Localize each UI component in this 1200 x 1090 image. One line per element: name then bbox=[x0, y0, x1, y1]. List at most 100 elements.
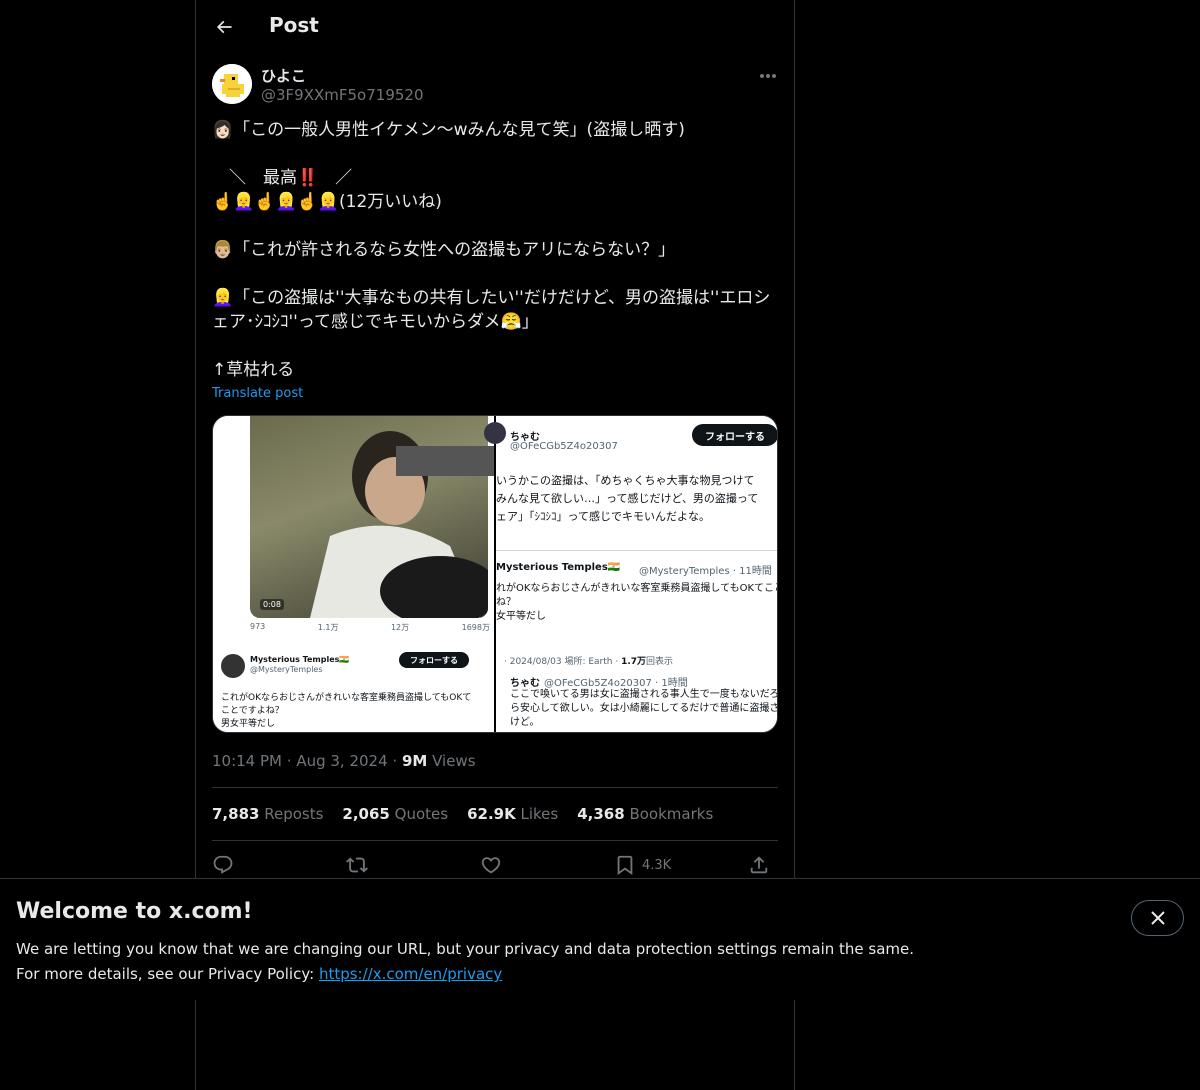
repost-button[interactable] bbox=[346, 852, 368, 878]
repost-icon bbox=[346, 857, 368, 873]
close-icon bbox=[1150, 911, 1165, 925]
more-icon bbox=[760, 74, 776, 78]
tweet-line: 👱‍♀️「この盗撮は''大事なもの共有したい''だけだけど、男の盗撮は''エロシ bbox=[212, 288, 771, 308]
privacy-policy-link[interactable]: https://x.com/en/privacy bbox=[319, 965, 502, 983]
banner-line: We are letting you know that we are chan… bbox=[16, 940, 915, 958]
post-date[interactable]: Aug 3, 2024 bbox=[296, 752, 387, 770]
embedded-text-line: けど。 bbox=[510, 717, 540, 728]
embedded-name: Mysterious Temples🇮🇳 bbox=[250, 655, 350, 664]
stat-count: 4,368 bbox=[577, 805, 625, 823]
tweet-line bbox=[212, 334, 780, 358]
welcome-banner: Welcome to x.com! We are letting you kno… bbox=[0, 878, 1200, 1000]
tweet-line: ↑草枯れる bbox=[212, 360, 295, 380]
translate-post-link[interactable]: Translate post bbox=[212, 386, 303, 401]
stat-label: Bookmarks bbox=[629, 805, 714, 823]
embedded-handle: @MysteryTemples bbox=[250, 665, 323, 674]
embedded-text-line: ェア」「ｼｺｼｺ」って感じでキモいんだよな。 bbox=[496, 510, 710, 523]
embedded-text-line: ことですよね？ bbox=[221, 706, 284, 716]
engagement-stats: 7,883 Reposts 2,065 Quotes 62.9K Likes 4… bbox=[212, 805, 713, 823]
page-header: Post bbox=[196, 0, 794, 54]
like-button[interactable] bbox=[480, 852, 502, 878]
embedded-reply-handle: @OFeCGb5Z4o20307 · 1時間 bbox=[544, 678, 688, 689]
embedded-view-count: 1698万 bbox=[461, 623, 490, 632]
embedded-meta: · 2024/08/03 場所: Earth · 1.7万回表示 bbox=[504, 654, 673, 667]
embedded-quote-text: れがOKならおじさんがきれいな客室乗務員盗撮してもOKてこと ね？ 女平等だし bbox=[496, 582, 778, 624]
embedded-meta-suffix: 回表示 bbox=[646, 657, 674, 667]
stat-label: Quotes bbox=[394, 805, 449, 823]
like-icon bbox=[481, 857, 501, 874]
action-bar: 4.3K bbox=[212, 852, 778, 880]
media-image[interactable]: 0:08 973 1.1万 12万 1698万 Mysterious Templ… bbox=[212, 415, 778, 733]
media-left-screenshot: 0:08 973 1.1万 12万 1698万 Mysterious Templ… bbox=[213, 416, 496, 732]
bookmark-icon bbox=[617, 855, 633, 876]
embedded-handle: @OFeCGb5Z4o20307 bbox=[510, 441, 618, 452]
tweet-line: 👨🏼「これが許されるなら女性への盗撮もアリにならない？」 bbox=[212, 240, 676, 260]
embedded-text-line: いうかこの盗撮は、「めちゃくちゃ大事な物見つけて bbox=[496, 474, 755, 487]
tweet-line bbox=[212, 214, 780, 238]
embedded-avatar bbox=[221, 654, 245, 678]
embedded-quote-card: Mysterious Temples🇮🇳 @MysteryTemples フォロ… bbox=[213, 646, 494, 732]
embedded-divider bbox=[496, 550, 777, 551]
stat-label: Reposts bbox=[264, 805, 324, 823]
post-time[interactable]: 10:14 PM bbox=[212, 752, 282, 770]
embedded-repost-count: 1.1万 bbox=[317, 623, 339, 632]
embedded-quote-handle: @MysteryTemples · 11時間 bbox=[639, 566, 772, 577]
bookmark-count: 4.3K bbox=[642, 857, 672, 873]
reply-icon bbox=[213, 855, 233, 874]
reposts-stat[interactable]: 7,883 Reposts bbox=[212, 805, 323, 823]
banner-line: For more details, see our Privacy Policy… bbox=[16, 962, 914, 987]
banner-text: We are letting you know that we are chan… bbox=[16, 937, 914, 987]
reply-button[interactable] bbox=[212, 852, 234, 878]
embedded-text-line: ら安心して欲しい。女は小綺麗にしてるだけで普通に盗撮さ bbox=[510, 703, 778, 714]
chick-avatar-icon bbox=[212, 64, 252, 104]
video-timestamp: 0:08 bbox=[260, 599, 284, 610]
embedded-text-line: ね？ bbox=[496, 597, 516, 608]
censor-box bbox=[396, 446, 496, 476]
embedded-reply-count: 973 bbox=[250, 622, 266, 631]
embedded-avatar bbox=[484, 422, 506, 444]
views-label: Views bbox=[432, 752, 476, 770]
quotes-stat[interactable]: 2,065 Quotes bbox=[342, 805, 448, 823]
tweet-line bbox=[212, 142, 780, 166]
likes-stat[interactable]: 62.9K Likes bbox=[467, 805, 558, 823]
embedded-text-line: ここで喚いてる男は女に盗撮される事人生で一度もないだろ bbox=[510, 689, 778, 700]
embedded-follow-button: フォローする bbox=[692, 424, 777, 446]
tweet-line bbox=[212, 262, 780, 286]
embedded-quote-name: Mysterious Temples🇮🇳 bbox=[496, 562, 621, 573]
page-title: Post bbox=[269, 13, 319, 37]
stat-count: 2,065 bbox=[342, 805, 390, 823]
stat-count: 62.9K bbox=[467, 805, 516, 823]
tweet-line: 👩🏻「この一般人男性イケメン〜wみんな見て笑」(盗撮し晒す) bbox=[212, 120, 685, 140]
embedded-text-line: これがOKならおじさんがきれいな客室乗務員盗撮してもOKて bbox=[221, 693, 472, 703]
stat-label: Likes bbox=[520, 805, 559, 823]
dot-separator: · bbox=[286, 752, 297, 770]
back-arrow-icon bbox=[216, 20, 232, 34]
share-button[interactable] bbox=[748, 852, 770, 878]
author-display-name[interactable]: ひよこ bbox=[261, 65, 306, 86]
embedded-text-line: 男女平等だし bbox=[221, 719, 276, 729]
embedded-text-line: 女平等だし bbox=[496, 611, 546, 622]
close-banner-button[interactable] bbox=[1131, 900, 1184, 936]
tweet-line: ＼ 最高‼️ ／ bbox=[212, 168, 353, 188]
bookmark-button[interactable]: 4.3K bbox=[614, 852, 671, 878]
embedded-text-line: れがOKならおじさんがきれいな客室乗務員盗撮してもOKてこと bbox=[496, 583, 778, 594]
tweet-text: 👩🏻「この一般人男性イケメン〜wみんな見て笑」(盗撮し晒す) ＼ 最高‼️ ／ … bbox=[212, 118, 780, 382]
embedded-text: いうかこの盗撮は、「めちゃくちゃ大事な物見つけて みんな見て欲しい…」って感じだ… bbox=[496, 472, 777, 526]
embedded-reply-text: ここで喚いてる男は女に盗撮される事人生で一度もないだろ ら安心して欲しい。女は小… bbox=[510, 688, 778, 730]
embedded-reply-name: ちゃむ bbox=[510, 678, 540, 689]
bookmarks-stat[interactable]: 4,368 Bookmarks bbox=[577, 805, 713, 823]
stat-count: 7,883 bbox=[212, 805, 260, 823]
avatar[interactable] bbox=[212, 64, 252, 104]
media-right-screenshot: ちゃむ @OFeCGb5Z4o20307 フォローする いうかこの盗撮は、「めち… bbox=[484, 416, 778, 732]
embedded-text: これがOKならおじさんがきれいな客室乗務員盗撮してもOKて ことですよね？ 男女… bbox=[221, 692, 489, 731]
banner-line-prefix: For more details, see our Privacy Policy… bbox=[16, 965, 319, 983]
divider bbox=[212, 787, 778, 788]
back-button[interactable] bbox=[208, 11, 240, 43]
embedded-text-line: みんな見て欲しい…」って感じだけど、男の盗撮って bbox=[496, 492, 759, 505]
embedded-tweet-stats: 973 1.1万 12万 1698万 bbox=[250, 622, 490, 638]
embedded-meta-views: 1.7万 bbox=[621, 657, 647, 667]
tweet-line: ェア･ｼｺｼｺ''って感じでキモいからダメ😤」 bbox=[212, 312, 539, 332]
more-options-button[interactable] bbox=[754, 64, 782, 88]
post-timestamp-row: 10:14 PM · Aug 3, 2024 · 9M Views bbox=[212, 752, 476, 770]
author-handle[interactable]: @3F9XXmF5o719520 bbox=[261, 86, 424, 104]
